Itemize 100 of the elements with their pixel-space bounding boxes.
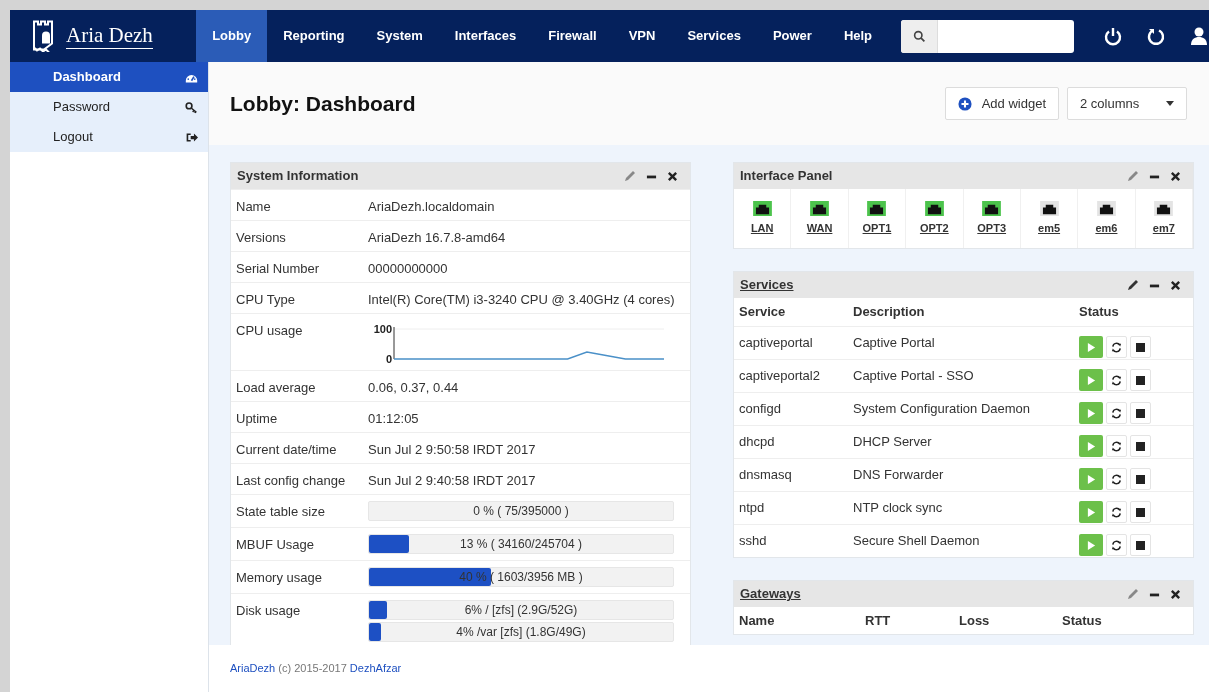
- restart-icon: [1111, 341, 1122, 353]
- nav-tab[interactable]: Services: [671, 10, 757, 62]
- progress-reading: 40 % ( 1603/3956 MB ): [459, 569, 583, 586]
- table-cell: Secure Shell Daemon: [853, 533, 980, 549]
- play-icon: [1086, 341, 1096, 353]
- logo-text: Aria Dezh: [66, 23, 153, 49]
- key-icon: [185, 100, 198, 114]
- exit-icon: [185, 130, 198, 144]
- nav-tab[interactable]: Power: [756, 10, 828, 62]
- close-icon[interactable]: [1170, 170, 1181, 182]
- panel-title: System Information: [237, 167, 359, 186]
- nav-tab[interactable]: Reporting: [267, 10, 361, 62]
- row-value: AriaDezh 16.7.8-amd64: [368, 230, 506, 245]
- sidebar-item[interactable]: Logout: [10, 122, 208, 152]
- add-widget-button[interactable]: Add widget: [944, 87, 1059, 120]
- nav-tab[interactable]: VPN: [612, 10, 672, 62]
- interface-link[interactable]: OPT2: [919, 219, 949, 237]
- close-icon[interactable]: [1170, 279, 1181, 291]
- progress-reading: 0 % ( 75/395000 ): [473, 503, 569, 520]
- panel-title-link[interactable]: Gateways: [740, 584, 801, 604]
- stop-button[interactable]: [1130, 336, 1151, 358]
- stop-button[interactable]: [1130, 435, 1151, 457]
- nav-tab[interactable]: Help: [827, 10, 889, 62]
- stop-icon: [1136, 540, 1145, 550]
- row-label: State table size: [235, 503, 326, 521]
- start-button[interactable]: [1079, 369, 1103, 391]
- refresh-icon[interactable]: [1146, 26, 1166, 46]
- table-cell: DHCP Server: [853, 434, 932, 450]
- axis-tick-label: 100: [373, 323, 392, 335]
- search-field[interactable]: [901, 20, 1074, 53]
- play-icon: [1086, 374, 1096, 386]
- restart-icon: [1111, 539, 1122, 551]
- columns-dropdown[interactable]: 2 columns: [1067, 87, 1187, 120]
- restart-button[interactable]: [1106, 435, 1127, 457]
- column-header: Service: [739, 304, 786, 320]
- stop-button[interactable]: [1130, 501, 1151, 523]
- table-cell: dnsmasq: [739, 467, 792, 483]
- panel-title: Interface Panel: [740, 167, 833, 186]
- stop-icon: [1136, 441, 1145, 451]
- stop-button[interactable]: [1130, 468, 1151, 490]
- stop-button[interactable]: [1130, 402, 1151, 424]
- restart-button[interactable]: [1106, 402, 1127, 424]
- footer-link[interactable]: AriaDezh: [230, 662, 276, 675]
- nav-tab[interactable]: Interfaces: [438, 10, 533, 62]
- panel-title-link[interactable]: Services: [740, 275, 794, 295]
- nav-tab[interactable]: Lobby: [196, 10, 268, 62]
- plus-icon: [957, 96, 972, 111]
- row-label: Last config change: [235, 472, 347, 490]
- start-button[interactable]: [1079, 402, 1103, 424]
- restart-button[interactable]: [1106, 534, 1127, 556]
- start-button[interactable]: [1079, 501, 1103, 523]
- y-axis: [393, 326, 395, 360]
- interface-link[interactable]: WAN: [806, 219, 833, 237]
- start-button[interactable]: [1079, 336, 1103, 358]
- tower-icon: [32, 20, 54, 52]
- play-icon: [1086, 407, 1096, 419]
- row-label: CPU Type: [235, 291, 296, 309]
- restart-button[interactable]: [1106, 369, 1127, 391]
- interface-link[interactable]: LAN: [750, 219, 774, 237]
- row-label: Load average: [235, 379, 317, 397]
- table-cell: NTP clock sync: [853, 500, 943, 516]
- stop-button[interactable]: [1130, 534, 1151, 556]
- footer-text: AriaDezh (c) 2015-2017 DezhAfzar: [230, 661, 402, 677]
- nav-tab[interactable]: System: [360, 10, 439, 62]
- close-icon[interactable]: [1170, 588, 1181, 600]
- restart-button[interactable]: [1106, 336, 1127, 358]
- interface-link[interactable]: OPT3: [977, 219, 1007, 237]
- restart-icon: [1111, 440, 1122, 452]
- interface-link[interactable]: em5: [1038, 219, 1061, 237]
- start-button[interactable]: [1079, 468, 1103, 490]
- edit-icon[interactable]: [1127, 279, 1139, 291]
- progress-reading: 13 % ( 34160/245704 ): [459, 536, 583, 553]
- table-cell: Captive Portal - SSO: [853, 368, 974, 384]
- row-label: Disk usage: [235, 602, 302, 620]
- power-icon[interactable]: [1103, 26, 1123, 46]
- row-label: Serial Number: [235, 260, 321, 278]
- caret-icon: [1166, 101, 1174, 106]
- stop-button[interactable]: [1130, 369, 1151, 391]
- play-icon: [1086, 539, 1096, 551]
- restart-button[interactable]: [1106, 501, 1127, 523]
- interface-link[interactable]: em7: [1152, 219, 1175, 237]
- row-label: MBUF Usage: [235, 536, 316, 554]
- stop-icon: [1136, 474, 1145, 484]
- interface-link[interactable]: em6: [1095, 219, 1118, 237]
- nav-tab[interactable]: Firewall: [532, 10, 613, 62]
- table-cell: Captive Portal: [853, 335, 935, 351]
- start-button[interactable]: [1079, 534, 1103, 556]
- sidebar-item[interactable]: Password: [10, 92, 208, 122]
- user-icon[interactable]: [1189, 26, 1209, 46]
- row-value: Intel(R) Core(TM) i3-3240 CPU @ 3.40GHz (4 cores): [368, 292, 675, 307]
- interface-link[interactable]: OPT1: [862, 219, 892, 237]
- table-cell: sshd: [739, 533, 767, 549]
- start-button[interactable]: [1079, 435, 1103, 457]
- close-icon[interactable]: [667, 170, 678, 182]
- restart-button[interactable]: [1106, 468, 1127, 490]
- footer-link[interactable]: DezhAfzar: [349, 662, 402, 675]
- play-icon: [1086, 473, 1096, 485]
- sidebar-item[interactable]: Dashboard: [10, 62, 208, 92]
- restart-icon: [1111, 407, 1122, 419]
- row-value: Sun Jul 2 9:40:58 IRDT 2017: [368, 473, 536, 488]
